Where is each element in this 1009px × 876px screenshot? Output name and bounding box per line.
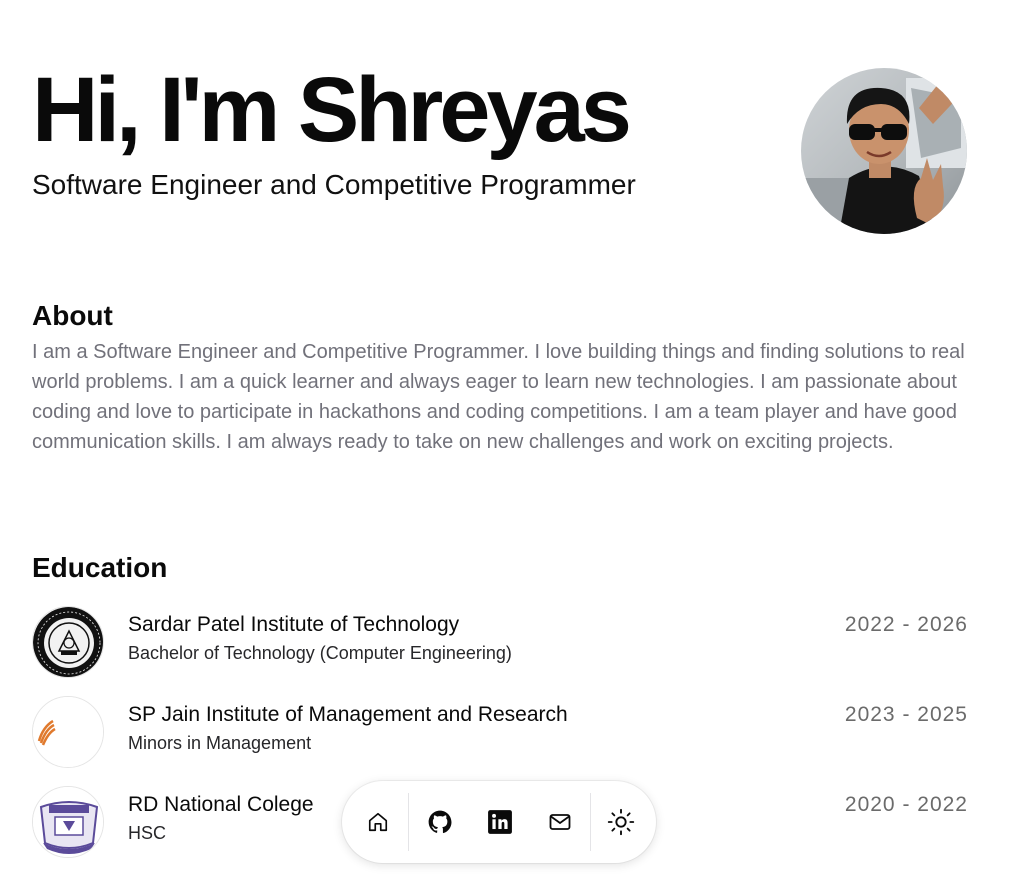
hero-subtitle: Software Engineer and Competitive Progra… [32,169,636,200]
education-school-name: RD National Colege [128,793,314,816]
education-degree: HSC [128,823,167,843]
education-degree: Bachelor of Technology (Computer Enginee… [128,643,512,663]
education-heading: Education [32,552,168,583]
about-heading: About [32,300,113,331]
dock-divider [590,793,591,851]
rd-national-logo-icon [32,786,104,858]
education-years: 2022 - 2026 [844,613,968,636]
home-button[interactable] [358,802,398,842]
avatar [801,68,967,234]
hero-title: Hi, I'm Shreyas [32,59,632,161]
dock-divider [408,793,409,851]
spit-logo-icon [32,606,104,678]
education-years: 2023 - 2025 [844,703,968,726]
theme-toggle-button[interactable] [601,802,641,842]
linkedin-icon [488,810,512,834]
home-icon [368,812,388,832]
email-link[interactable] [540,802,580,842]
sun-icon [607,808,635,836]
mail-icon [549,814,571,830]
education-years: 2020 - 2022 [844,793,968,816]
bottom-dock [342,781,656,863]
education-item-spjimr[interactable]: SP Jain Institute of Management and Rese… [32,696,968,768]
github-link[interactable] [420,802,460,842]
education-degree: Minors in Management [128,733,312,753]
education-school-name: SP Jain Institute of Management and Rese… [128,703,568,726]
linkedin-link[interactable] [480,802,520,842]
spjimr-logo-icon [32,696,104,768]
github-icon [428,810,452,834]
about-text: I am a Software Engineer and Competitive… [32,341,965,453]
education-item-spit[interactable]: Sardar Patel Institute of Technology Bac… [32,606,968,678]
education-school-name: Sardar Patel Institute of Technology [128,613,460,636]
